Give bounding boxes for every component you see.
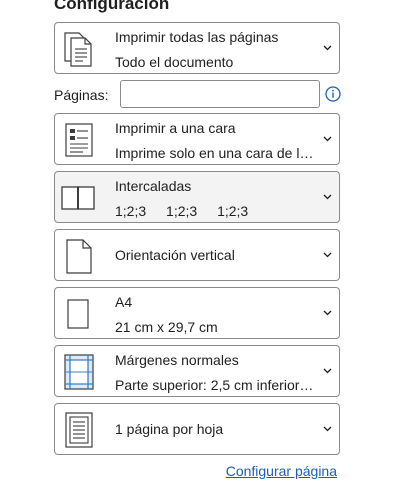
paper-size-dropdown[interactable]: A4 21 cm x 29,7 cm xyxy=(54,287,340,339)
print-range-title: Imprimir todas las páginas xyxy=(115,29,279,45)
paper-size-icon xyxy=(61,295,97,333)
print-range-dropdown[interactable]: Imprimir todas las páginas Todo el docum… xyxy=(54,22,340,74)
print-sides-subtitle: Imprime solo en una cara de la hoja xyxy=(115,145,317,161)
orientation-dropdown[interactable]: Orientación vertical xyxy=(54,229,340,281)
collated-icon xyxy=(61,179,97,217)
pages-per-sheet-icon xyxy=(61,411,97,449)
collation-sequence: 1;2;3 1;2;3 1;2;3 xyxy=(115,203,264,219)
margins-dropdown[interactable]: Márgenes normales Parte superior: 2,5 cm… xyxy=(54,345,340,397)
print-range-subtitle: Todo el documento xyxy=(115,54,234,70)
print-sides-dropdown[interactable]: Imprimir a una cara Imprime solo en una … xyxy=(54,113,340,165)
margins-subtitle: Parte superior: 2,5 cm inferior: 2,5 cm xyxy=(115,377,317,393)
paper-size-subtitle: 21 cm x 29,7 cm xyxy=(115,319,218,335)
chevron-down-icon xyxy=(323,136,332,142)
one-sided-print-icon xyxy=(61,121,97,159)
collation-set: 1;2;3 xyxy=(115,203,147,219)
pages-per-sheet-title: 1 página por hoja xyxy=(115,421,224,437)
portrait-page-icon xyxy=(61,237,97,275)
collation-dropdown[interactable]: Intercaladas 1;2;3 1;2;3 1;2;3 xyxy=(54,171,340,223)
pages-per-sheet-dropdown[interactable]: 1 página por hoja xyxy=(54,403,340,455)
chevron-down-icon xyxy=(323,252,332,258)
chevron-down-icon xyxy=(323,194,332,200)
settings-heading: Configuración xyxy=(54,0,170,13)
margins-icon xyxy=(61,353,97,391)
margins-title: Márgenes normales xyxy=(115,352,239,368)
chevron-down-icon xyxy=(323,310,332,316)
pages-label: Páginas: xyxy=(54,87,109,103)
document-pages-icon xyxy=(61,30,97,68)
pages-input[interactable] xyxy=(120,80,320,108)
page-setup-link[interactable]: Configurar página xyxy=(226,463,337,479)
chevron-down-icon xyxy=(323,45,332,51)
collation-set: 1;2;3 xyxy=(166,203,198,219)
orientation-title: Orientación vertical xyxy=(115,247,235,263)
paper-size-title: A4 xyxy=(115,294,133,310)
collation-set: 1;2;3 xyxy=(217,203,249,219)
chevron-down-icon xyxy=(323,426,332,432)
collation-title: Intercaladas xyxy=(115,178,192,194)
info-icon[interactable] xyxy=(325,86,341,102)
chevron-down-icon xyxy=(323,368,332,374)
print-sides-title: Imprimir a una cara xyxy=(115,120,236,136)
